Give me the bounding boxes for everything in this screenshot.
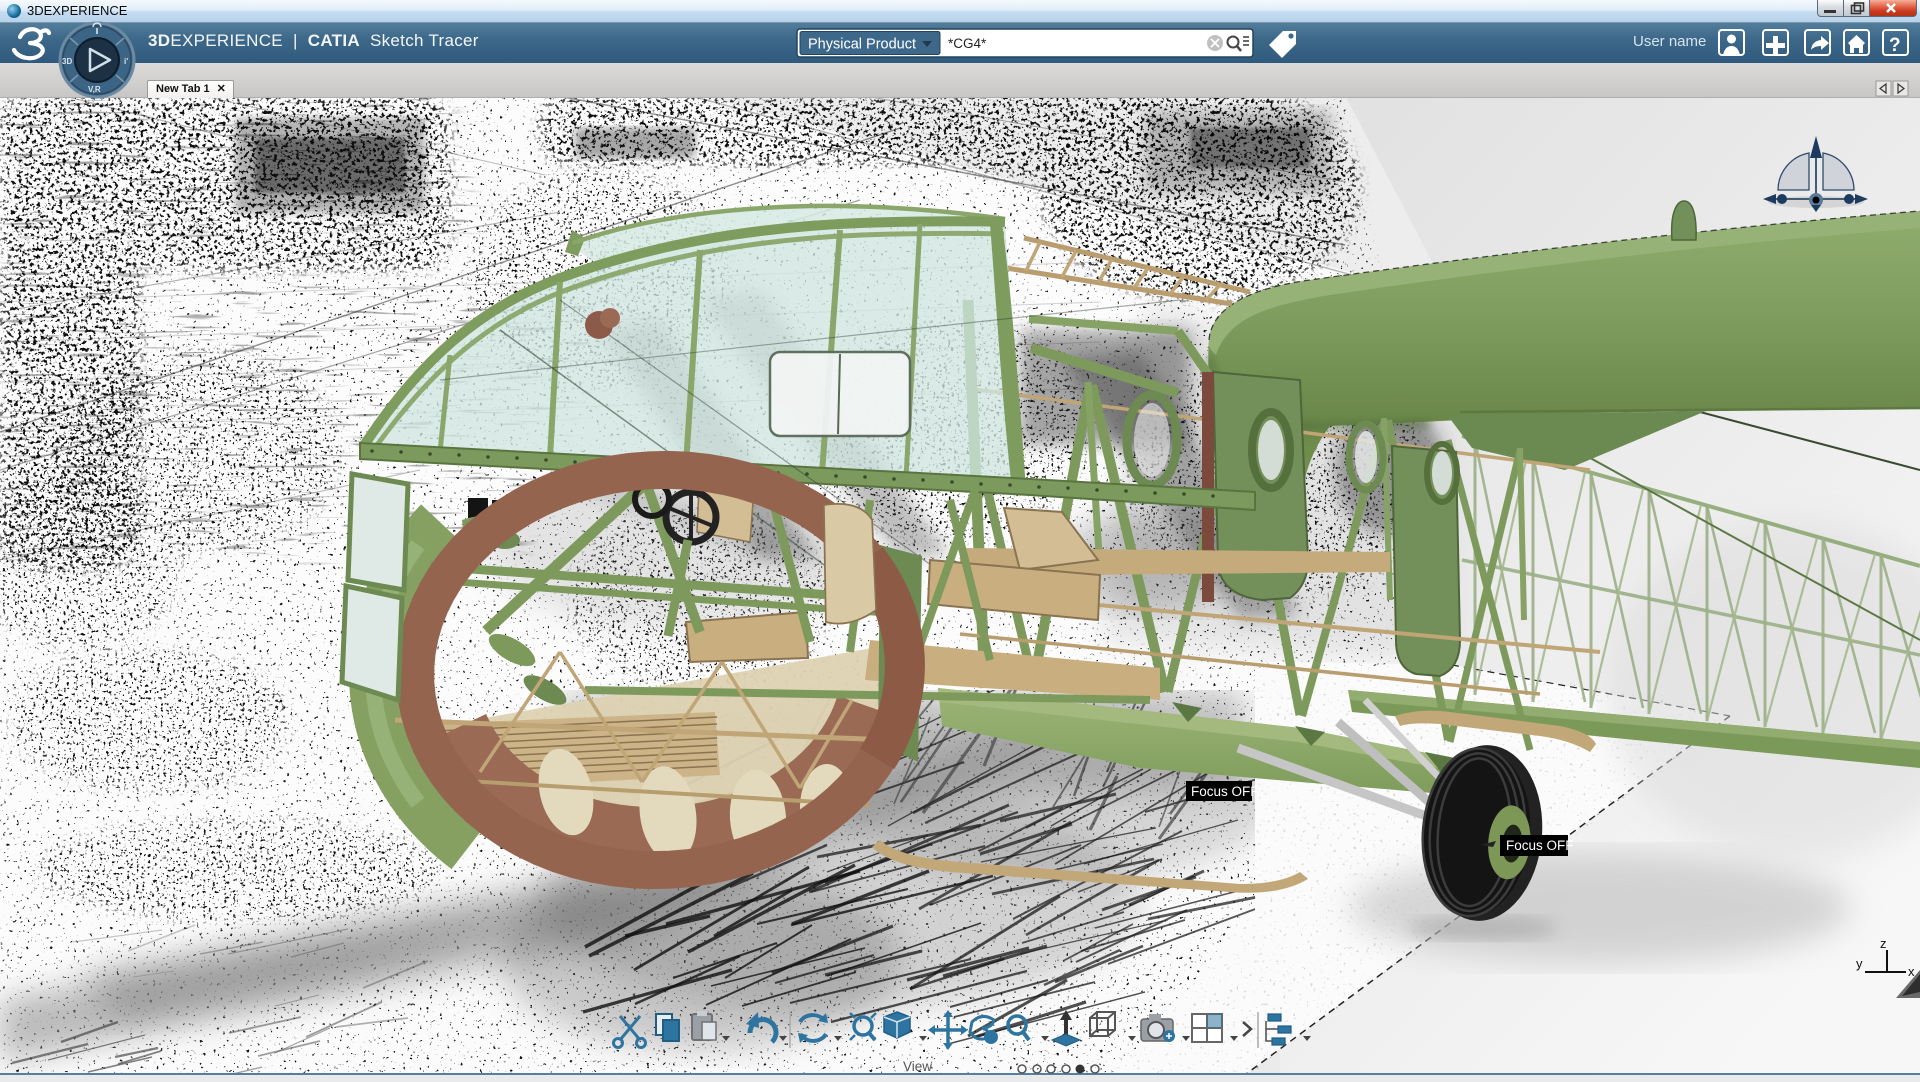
svg-text:?: ?: [1889, 35, 1901, 56]
svg-text:*CG4*: *CG4*: [948, 36, 987, 51]
svg-text:V,R: V,R: [88, 85, 101, 94]
svg-text:3D: 3D: [62, 57, 72, 66]
svg-text:i': i': [124, 57, 128, 66]
svg-text:Physical Product: Physical Product: [808, 37, 916, 53]
svg-text:View: View: [903, 1059, 932, 1074]
